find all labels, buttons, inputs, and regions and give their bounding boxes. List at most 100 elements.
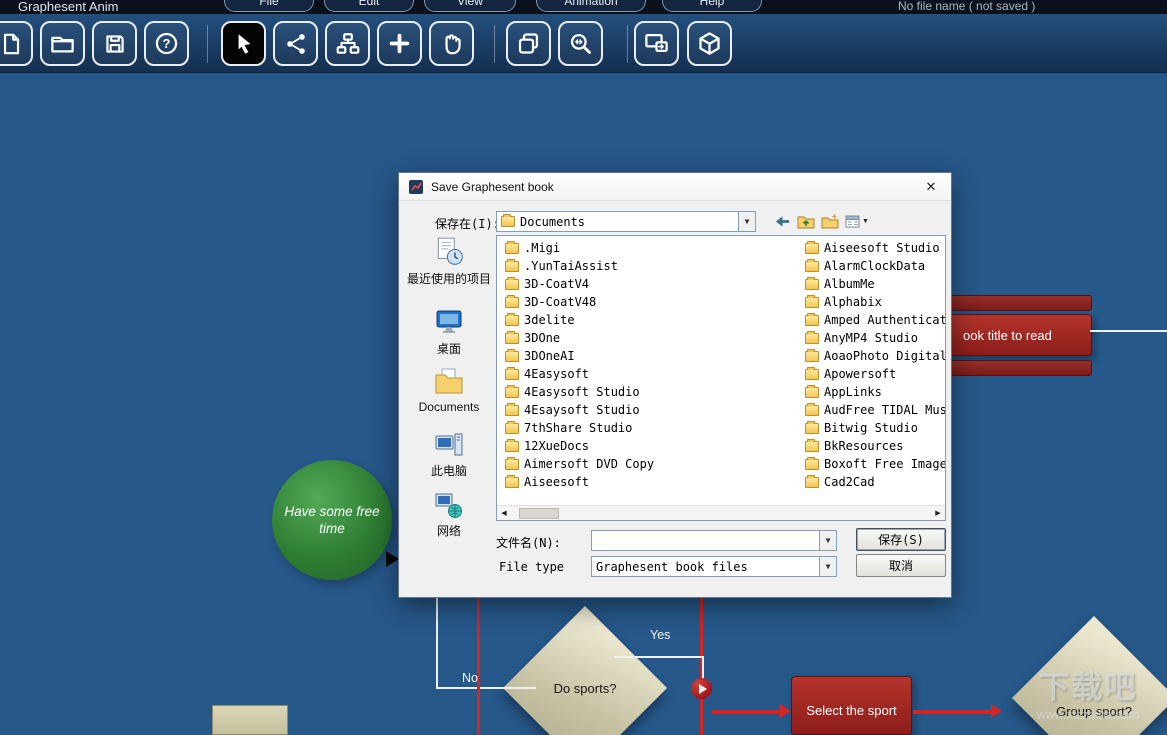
close-icon[interactable]: ✕ bbox=[920, 179, 942, 195]
file-list-item[interactable]: AppLinks bbox=[801, 383, 945, 401]
zoom-button[interactable] bbox=[558, 21, 603, 66]
add-node-button[interactable] bbox=[377, 21, 422, 66]
file-list-item[interactable]: Aiseesoft bbox=[501, 473, 797, 491]
file-type-combobox[interactable]: Graphesent book files ▼ bbox=[591, 556, 837, 577]
save-confirm-button[interactable]: 保存(S) bbox=[856, 528, 946, 551]
file-list-item[interactable]: .Migi bbox=[501, 239, 797, 257]
file-list-item[interactable]: .YunTaiAssist bbox=[501, 257, 797, 275]
node-partial-bottom-left[interactable] bbox=[212, 705, 288, 735]
help-button[interactable]: ? bbox=[144, 21, 189, 66]
file-list-item[interactable]: AoaoPhoto Digital Stu bbox=[801, 347, 945, 365]
playhead-marker-icon[interactable] bbox=[691, 678, 712, 699]
save-button[interactable] bbox=[92, 21, 137, 66]
node-label: Do sports? bbox=[553, 681, 617, 696]
file-list-item[interactable]: Boxoft Free Image Co bbox=[801, 455, 945, 473]
file-list-item[interactable]: AudFree TIDAL Music bbox=[801, 401, 945, 419]
node-do-sports[interactable] bbox=[502, 605, 668, 735]
folder-icon bbox=[505, 474, 519, 488]
file-name: AudFree TIDAL Music bbox=[824, 403, 945, 417]
tree-tool-button[interactable] bbox=[325, 21, 370, 66]
file-list-item[interactable]: 7thShare Studio bbox=[501, 419, 797, 437]
folder-icon bbox=[505, 276, 519, 290]
duplicate-button[interactable] bbox=[506, 21, 551, 66]
recent-items-icon bbox=[437, 237, 463, 265]
back-button[interactable] bbox=[771, 211, 793, 231]
tree-layout-icon bbox=[336, 32, 359, 54]
select-tool-button[interactable] bbox=[221, 21, 266, 66]
cancel-button[interactable]: 取消 bbox=[856, 554, 946, 577]
edge-label-no: No bbox=[462, 671, 478, 685]
folder-icon bbox=[505, 240, 519, 254]
file-list-item[interactable]: Cad2Cad bbox=[801, 473, 945, 491]
view-3d-button[interactable] bbox=[687, 21, 732, 66]
file-list-item[interactable]: Apowersoft bbox=[801, 365, 945, 383]
menu-edit[interactable]: Edit bbox=[324, 0, 414, 12]
file-list-item[interactable]: 3D-CoatV4 bbox=[501, 275, 797, 293]
file-list-item[interactable]: 4Easysoft bbox=[501, 365, 797, 383]
new-document-button[interactable] bbox=[0, 21, 33, 66]
toolbar-separator bbox=[494, 25, 495, 63]
file-list-item[interactable]: BkResources bbox=[801, 437, 945, 455]
file-list-item[interactable]: 3DOne bbox=[501, 329, 797, 347]
file-name: AppLinks bbox=[824, 385, 882, 399]
scroll-left-icon[interactable]: ◀ bbox=[497, 509, 511, 517]
menu-file[interactable]: File bbox=[224, 0, 314, 12]
menu-animation[interactable]: Animation bbox=[536, 0, 646, 12]
connector-line bbox=[614, 656, 704, 658]
cube-3d-icon bbox=[699, 32, 720, 55]
file-list-item[interactable]: 3DOneAI bbox=[501, 347, 797, 365]
connect-tool-button[interactable] bbox=[273, 21, 318, 66]
file-name-combobox[interactable]: ▼ bbox=[591, 530, 837, 551]
menu-help[interactable]: Help bbox=[662, 0, 762, 12]
scroll-right-icon[interactable]: ▶ bbox=[931, 509, 945, 517]
desktop-icon bbox=[436, 310, 462, 333]
file-list-item[interactable]: AlbumMe bbox=[801, 275, 945, 293]
node-have-free-time[interactable]: Have some free time bbox=[272, 460, 392, 580]
file-list-item[interactable]: 4Esaysoft Studio bbox=[501, 401, 797, 419]
dropdown-arrow-icon[interactable]: ▼ bbox=[819, 531, 836, 550]
presentation-button[interactable] bbox=[634, 21, 679, 66]
file-list-item[interactable]: 12XueDocs bbox=[501, 437, 797, 455]
menu-view[interactable]: View bbox=[424, 0, 516, 12]
place-network[interactable]: 网络 bbox=[405, 491, 493, 538]
file-list-item[interactable]: Amped Authenticate bbox=[801, 311, 945, 329]
red-arrow-line bbox=[913, 710, 993, 714]
view-menu-button[interactable]: ▼ bbox=[843, 211, 871, 231]
file-list-item[interactable]: Aimersoft DVD Copy bbox=[501, 455, 797, 473]
file-name-label: 文件名(N): bbox=[496, 536, 561, 550]
dropdown-arrow-icon[interactable]: ▼ bbox=[819, 557, 836, 576]
place-documents[interactable]: Documents bbox=[405, 367, 493, 414]
node-select-sport[interactable]: Select the sport bbox=[791, 676, 912, 735]
file-list-item[interactable]: 4Easysoft Studio bbox=[501, 383, 797, 401]
file-list-item[interactable]: 3D-CoatV48 bbox=[501, 293, 797, 311]
horizontal-scrollbar[interactable]: ◀ ▶ bbox=[497, 505, 945, 520]
dropdown-arrow-icon[interactable]: ▼ bbox=[738, 212, 755, 231]
place-this-pc[interactable]: 此电脑 bbox=[405, 431, 493, 478]
pan-tool-button[interactable] bbox=[429, 21, 474, 66]
dialog-titlebar[interactable]: Save Graphesent book ✕ bbox=[399, 173, 951, 201]
file-name: Aiseesoft Studio bbox=[824, 241, 940, 255]
place-recent[interactable]: 最近使用的项目 bbox=[405, 235, 493, 286]
file-list-column-1: .Migi .YunTaiAssist 3D-CoatV4 3D-CoatV48… bbox=[501, 239, 797, 491]
connector-line bbox=[702, 656, 704, 680]
open-button[interactable] bbox=[40, 21, 85, 66]
file-name: 3D-CoatV48 bbox=[524, 295, 597, 309]
place-desktop[interactable]: 桌面 bbox=[405, 307, 493, 356]
save-in-combobox[interactable]: Documents ▼ bbox=[496, 211, 756, 232]
file-list-item[interactable]: AnyMP4 Studio bbox=[801, 329, 945, 347]
connector-line bbox=[1090, 330, 1167, 332]
cursor-icon bbox=[238, 33, 250, 54]
file-list-item[interactable]: 3delite bbox=[501, 311, 797, 329]
file-list-column-2: Aiseesoft Studio AlarmClockData AlbumMe … bbox=[801, 239, 945, 491]
file-list-item[interactable]: Alphabix bbox=[801, 293, 945, 311]
folder-icon bbox=[805, 402, 819, 416]
new-folder-button[interactable] bbox=[819, 211, 841, 231]
file-type-value: Graphesent book files bbox=[596, 559, 748, 574]
scrollbar-thumb[interactable] bbox=[519, 507, 559, 519]
share-connect-icon bbox=[286, 33, 305, 54]
folder-icon bbox=[805, 420, 819, 434]
file-list-item[interactable]: Bitwig Studio bbox=[801, 419, 945, 437]
up-one-level-button[interactable] bbox=[795, 211, 817, 231]
file-list-item[interactable]: AlarmClockData bbox=[801, 257, 945, 275]
file-list-item[interactable]: Aiseesoft Studio bbox=[801, 239, 945, 257]
